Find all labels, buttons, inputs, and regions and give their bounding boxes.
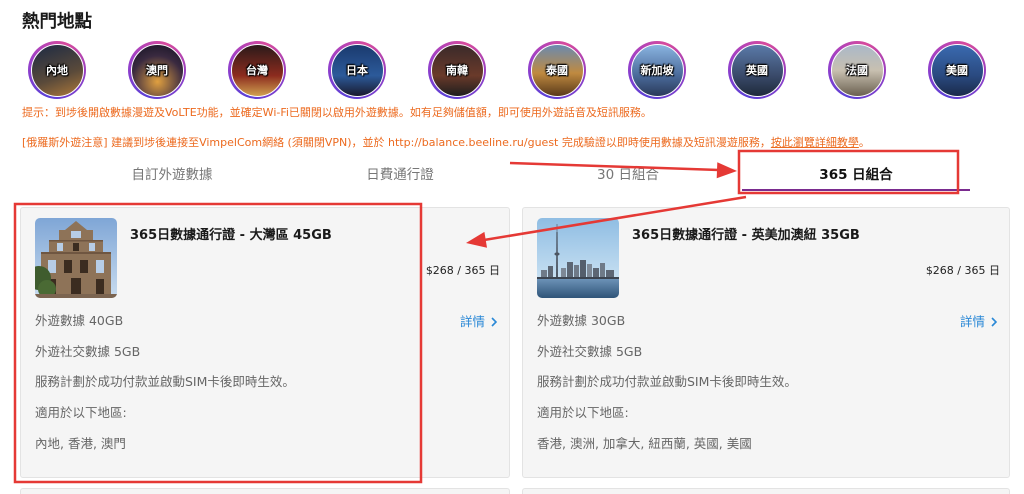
notice-russia: [俄羅斯外遊注意] 建議到埗後連接至VimpelCom網絡 (須關閉VPN)，並… [22, 135, 870, 151]
plan-regions: 內地, 香港, 澳門 [35, 436, 126, 451]
tab-day-pass[interactable]: 日費通行證 [286, 163, 514, 191]
destination-photo: 南韓 [430, 43, 484, 97]
details-link[interactable]: 詳情 [460, 314, 497, 330]
plan-activation-note: 服務計劃於成功付款並啟動SIM卡後即時生效。 [35, 374, 295, 389]
tab-custom-roaming-data[interactable]: 自訂外遊數據 [58, 163, 286, 191]
plan-card-partial [20, 488, 510, 494]
destination-photo: 美國 [930, 43, 984, 97]
plan-price: $268 / 365 日 [925, 264, 1000, 277]
tab-label: 365 日組合 [819, 167, 893, 183]
notice-russia-suffix: 。 [858, 136, 870, 149]
destination-photo: 澳門 [130, 43, 184, 97]
plan-social-data: 外遊社交數據 5GB [35, 344, 141, 359]
destination-button-usa[interactable]: 美國 [928, 41, 986, 99]
destination-photo: 日本 [330, 43, 384, 97]
notice-russia-tutorial-link[interactable]: 按此瀏覽詳細教學 [771, 136, 859, 149]
tab-label: 自訂外遊數據 [131, 167, 213, 183]
tab-365-day-bundle[interactable]: 365 日組合 [742, 163, 970, 191]
destination-label: 南韓 [446, 64, 468, 77]
tab-30-day-bundle[interactable]: 30 日組合 [514, 163, 742, 191]
plan-social-data: 外遊社交數據 5GB [537, 344, 643, 359]
plan-regions-heading: 適用於以下地區: [537, 405, 629, 420]
plan-card: 365日數據通行證 - 大灣區 45GB $268 / 365 日 外遊數據 4… [20, 207, 510, 478]
destination-label: 台灣 [246, 64, 268, 77]
details-label: 詳情 [459, 314, 485, 329]
destination-button-singapore[interactable]: 新加坡 [628, 41, 686, 99]
plan-data-allowance: 外遊數據 40GB [35, 313, 124, 328]
tab-label: 日費通行證 [366, 167, 434, 183]
plan-regions: 香港, 澳洲, 加拿大, 紐西蘭, 英國, 美國 [537, 436, 752, 451]
plan-regions-heading: 適用於以下地區: [35, 405, 127, 420]
destination-label: 美國 [946, 64, 968, 77]
destination-label: 日本 [346, 64, 368, 77]
destination-button-uk[interactable]: 英國 [728, 41, 786, 99]
chevron-right-icon [991, 317, 997, 327]
details-label: 詳情 [959, 314, 985, 329]
destination-button-mainland[interactable]: 內地 [28, 41, 86, 99]
plan-thumbnail [537, 218, 619, 298]
destination-photo: 英國 [730, 43, 784, 97]
destination-photo: 泰國 [530, 43, 584, 97]
plan-activation-note: 服務計劃於成功付款並啟動SIM卡後即時生效。 [537, 374, 797, 389]
plan-card-partial [522, 488, 1010, 494]
plan-title: 365日數據通行證 - 英美加澳紐 35GB [632, 228, 860, 243]
destination-label: 法國 [846, 64, 868, 77]
destination-label: 泰國 [546, 64, 568, 77]
destination-button-taiwan[interactable]: 台灣 [228, 41, 286, 99]
destination-list: 內地 澳門 台灣 日本 南韓 泰國 新加坡 英國 法國 美國 [28, 41, 986, 99]
destination-button-japan[interactable]: 日本 [328, 41, 386, 99]
destination-photo: 法國 [830, 43, 884, 97]
details-link[interactable]: 詳情 [960, 314, 997, 330]
destination-label: 新加坡 [640, 64, 674, 77]
destination-label: 澳門 [146, 64, 168, 77]
destination-label: 英國 [746, 64, 768, 77]
chevron-right-icon [491, 317, 497, 327]
plan-data-allowance: 外遊數據 30GB [537, 313, 626, 328]
destination-photo: 新加坡 [630, 43, 684, 97]
plan-thumbnail [35, 218, 117, 298]
tab-label: 30 日組合 [597, 167, 659, 183]
destination-button-thailand[interactable]: 泰國 [528, 41, 586, 99]
destination-button-korea[interactable]: 南韓 [428, 41, 486, 99]
notice-tip: 提示：到埗後開啟數據漫遊及VoLTE功能，並確定Wi-Fi已關閉以啟用外遊數據。… [22, 106, 652, 119]
destination-photo: 內地 [30, 43, 84, 97]
plan-tab-bar: 自訂外遊數據 日費通行證 30 日組合 365 日組合 [58, 163, 970, 191]
section-title: 熱門地點 [22, 12, 92, 32]
destination-photo: 台灣 [230, 43, 284, 97]
plan-card: 365日數據通行證 - 英美加澳紐 35GB $268 / 365 日 外遊數據… [522, 207, 1010, 478]
plan-price: $268 / 365 日 [425, 264, 500, 277]
notice-russia-text: [俄羅斯外遊注意] 建議到埗後連接至VimpelCom網絡 (須關閉VPN)，並… [22, 136, 771, 149]
destination-label: 內地 [46, 64, 68, 77]
plan-title: 365日數據通行證 - 大灣區 45GB [130, 228, 332, 243]
destination-button-france[interactable]: 法國 [828, 41, 886, 99]
destination-button-macau[interactable]: 澳門 [128, 41, 186, 99]
